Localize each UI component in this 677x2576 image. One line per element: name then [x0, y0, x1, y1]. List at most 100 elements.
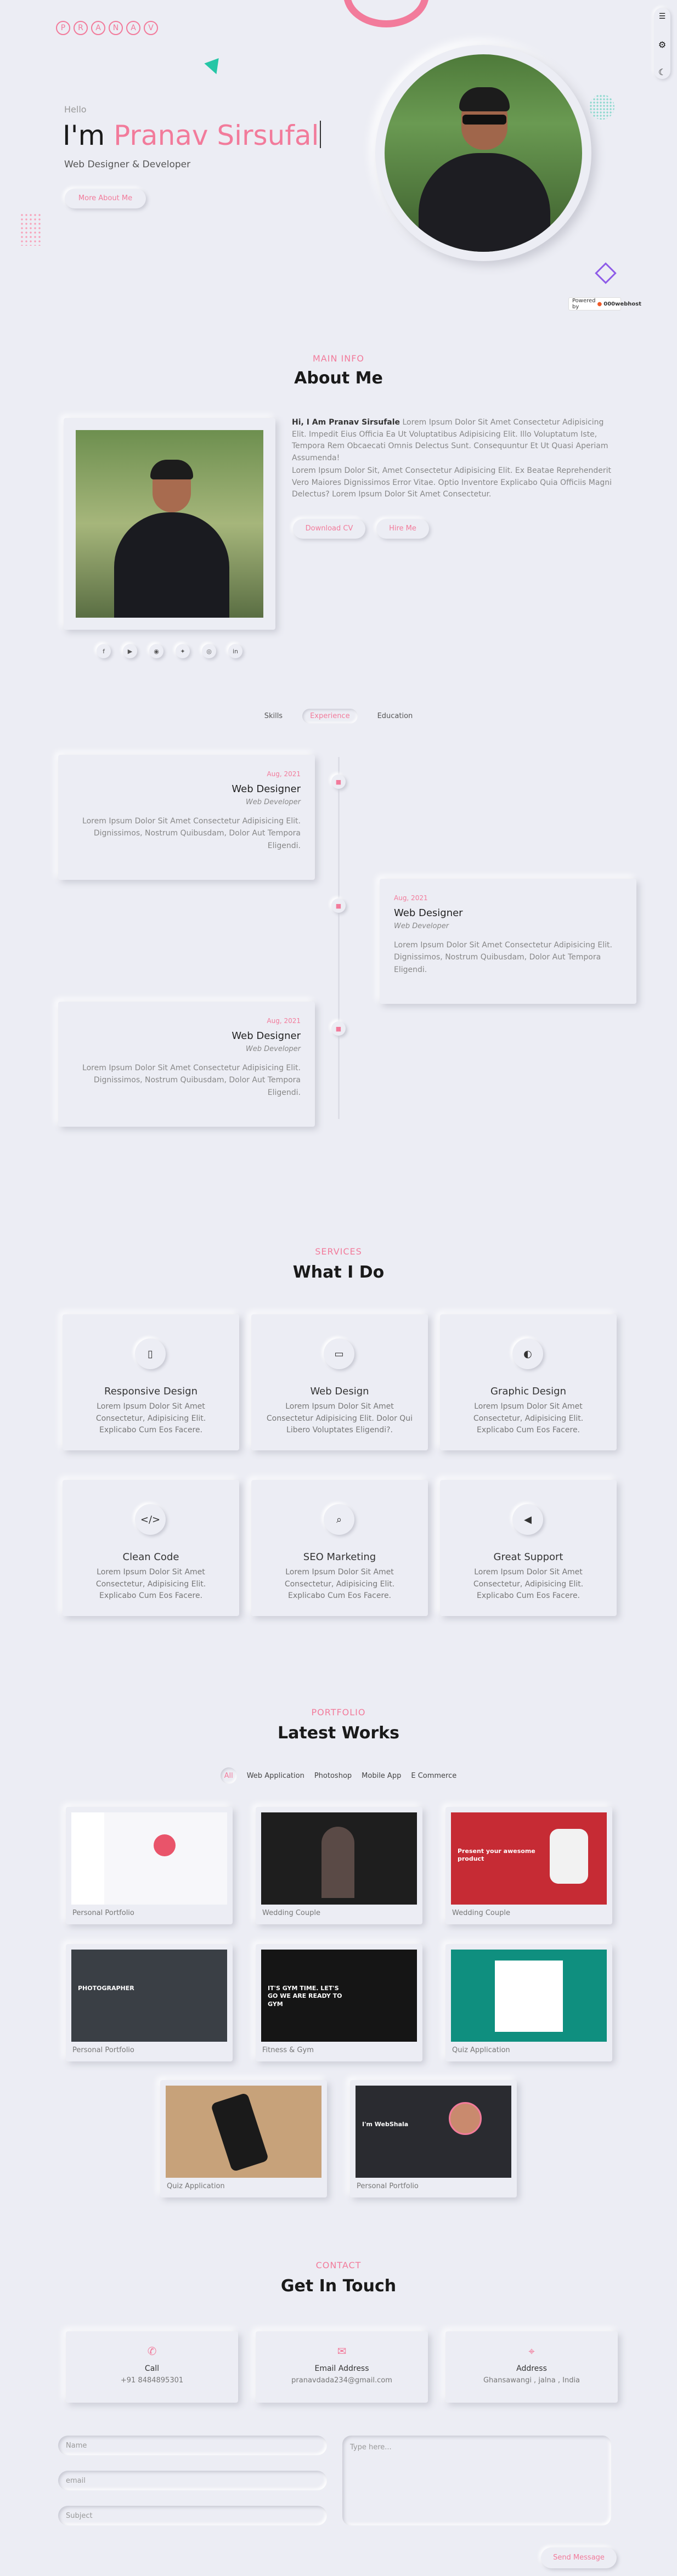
- github-icon[interactable]: ◉: [149, 644, 163, 658]
- message-textarea[interactable]: Type here...: [342, 2436, 611, 2526]
- download-cv-button[interactable]: Download CV: [293, 519, 365, 539]
- portfolio-card[interactable]: Present your awesome product Wedding Coup…: [445, 1807, 612, 1924]
- service-card: ◀ Great Support Lorem Ipsum Dolor Sit Amet…: [440, 1480, 617, 1616]
- badge-prefix: Powered by: [572, 298, 596, 310]
- linkedin-icon[interactable]: in: [228, 644, 242, 658]
- contact-card-value: +91 8484895301: [120, 2376, 184, 2385]
- person-hair: [459, 87, 510, 111]
- briefcase-icon: ■: [331, 899, 346, 913]
- contact-card: ✆ Call +91 8484895301: [66, 2331, 238, 2403]
- portfolio-screenshot: [261, 1812, 417, 1905]
- email-icon: ✉: [337, 2345, 347, 2358]
- portfolio-shot-title: I'm WebShala: [362, 2121, 409, 2128]
- portfolio-card[interactable]: I'm WebShala Personal Portfolio: [350, 2080, 517, 2197]
- timeline-card: Aug, 2021 Web Designer Web Developer Lorem …: [380, 879, 636, 1004]
- email-input[interactable]: email: [58, 2471, 327, 2490]
- service-text: Lorem Ipsum Dolor Sit Amet Consectetur, …: [95, 1568, 206, 1601]
- service-text: Lorem Ipsum Dolor Sit Amet Consectetur A…: [266, 1402, 413, 1435]
- about-title: About Me: [294, 369, 383, 388]
- service-card: </> Clean Code Lorem Ipsum Dolor Sit Amet …: [63, 1480, 239, 1616]
- service-text: Lorem Ipsum Dolor Sit Amet Consectetur, …: [473, 1402, 584, 1435]
- service-title: Clean Code: [122, 1551, 179, 1563]
- hire-me-button[interactable]: Hire Me: [376, 519, 429, 539]
- portfolio-label: Personal Portfolio: [72, 1909, 134, 1917]
- gear-icon[interactable]: ⚙: [657, 39, 667, 50]
- timeline-title: Web Designer: [394, 907, 463, 919]
- portfolio-card[interactable]: Personal Portfolio: [66, 1807, 233, 1924]
- timeline-title: Web Designer: [232, 1030, 301, 1042]
- portfolio-label: Quiz Application: [452, 2046, 510, 2054]
- filter-web-application[interactable]: Web Application: [247, 1772, 304, 1780]
- hero-heading: I'm Pranav Sirsufal: [63, 120, 321, 151]
- sunglasses: [462, 115, 506, 125]
- logo[interactable]: PRANAV: [56, 21, 158, 35]
- timeline-text: Lorem Ipsum Dolor Sit Amet Consectetur A…: [394, 941, 612, 974]
- filter-mobile-app[interactable]: Mobile App: [362, 1772, 401, 1780]
- about-intro: Hi, I Am Pranav Sirsufale Lorem Ipsum Do…: [292, 417, 616, 465]
- portfolio-sub: PORTFOLIO: [311, 1707, 366, 1718]
- service-card: ▭ Web Design Lorem Ipsum Dolor Sit Amet Co…: [251, 1314, 428, 1450]
- portfolio-title: Latest Works: [278, 1724, 399, 1743]
- timeline-text: Lorem Ipsum Dolor Sit Amet Consectetur A…: [82, 1064, 301, 1097]
- mock-quiz-panel: [495, 1961, 563, 2032]
- portfolio-card[interactable]: PHOTOGRAPHER Personal Portfolio: [66, 1944, 233, 2061]
- portfolio-label: Fitness & Gym: [262, 2046, 314, 2054]
- portfolio-label: Personal Portfolio: [72, 2046, 134, 2054]
- briefcase-icon: ■: [331, 775, 346, 789]
- name-input[interactable]: Name: [58, 2436, 327, 2455]
- person-hoodie: [114, 512, 229, 618]
- code-icon: </>: [135, 1504, 166, 1535]
- portfolio-card[interactable]: Quiz Application: [160, 2080, 327, 2197]
- twitter-icon[interactable]: ✦: [176, 644, 190, 658]
- filter-e-commerce[interactable]: E Commerce: [411, 1772, 456, 1780]
- portfolio-label: Quiz Application: [167, 2182, 225, 2190]
- mock-couple: [321, 1827, 354, 1898]
- send-message-button[interactable]: Send Message: [541, 2547, 617, 2568]
- portfolio-shot-title: PHOTOGRAPHER: [78, 1985, 134, 1992]
- tab-skills[interactable]: Skills: [257, 709, 290, 724]
- contact-card-title: Address: [516, 2364, 547, 2373]
- instagram-icon[interactable]: ◎: [202, 644, 216, 658]
- timeline-role: Web Developer: [394, 922, 449, 930]
- portfolio-card[interactable]: IT'S GYM TIME. LET'S GO WE ARE READY TO …: [256, 1944, 422, 2061]
- decor-triangle: [204, 58, 224, 77]
- hosting-badge[interactable]: Powered by ● 000webhost: [568, 297, 641, 310]
- service-title: Responsive Design: [104, 1386, 198, 1397]
- filter-all[interactable]: All: [221, 1767, 237, 1784]
- filter-photoshop[interactable]: Photoshop: [314, 1772, 352, 1780]
- contact-sub: CONTACT: [315, 2260, 362, 2270]
- service-text: Lorem Ipsum Dolor Sit Amet Consectetur, …: [95, 1402, 206, 1435]
- hosting-logo-icon: ●: [597, 301, 602, 307]
- portfolio-screenshot: [71, 1812, 227, 1905]
- timeline-card: Aug, 2021 Web Designer Web Developer Lorem …: [58, 1002, 315, 1127]
- person-hair: [150, 460, 193, 479]
- service-title: Graphic Design: [490, 1386, 566, 1397]
- moon-icon[interactable]: ☾: [657, 67, 667, 77]
- menu-icon[interactable]: ☰: [657, 12, 667, 21]
- hero-photo: [385, 54, 582, 252]
- hero-greeting: Hello: [64, 104, 87, 115]
- location-icon: ⌖: [528, 2345, 535, 2358]
- service-text: Lorem Ipsum Dolor Sit Amet Consectetur, …: [473, 1568, 584, 1601]
- logo-letter: A: [91, 21, 105, 35]
- portfolio-shot-title: Present your awesome product: [458, 1848, 535, 1863]
- timeline-date: Aug, 2021: [394, 894, 428, 902]
- portfolio-card[interactable]: Quiz Application: [445, 1944, 612, 2061]
- tab-experience[interactable]: Experience: [302, 709, 358, 724]
- logo-letter: R: [74, 21, 88, 35]
- portfolio-screenshot: IT'S GYM TIME. LET'S GO WE ARE READY TO …: [261, 1950, 417, 2042]
- portfolio-shot-title: IT'S GYM TIME. LET'S GO WE ARE READY TO …: [268, 1985, 342, 2008]
- palette-icon: ◐: [512, 1338, 543, 1369]
- facebook-icon[interactable]: f: [97, 644, 111, 658]
- more-about-button[interactable]: More About Me: [65, 189, 146, 208]
- portfolio-card[interactable]: Wedding Couple: [256, 1807, 422, 1924]
- tab-education[interactable]: Education: [370, 709, 421, 724]
- logo-letter: V: [144, 21, 158, 35]
- subject-input[interactable]: Subject: [58, 2506, 327, 2526]
- service-card: ▯ Responsive Design Lorem Ipsum Dolor Sit …: [63, 1314, 239, 1450]
- mock-watch: [550, 1829, 588, 1884]
- contact-card: ⌖ Address Ghansawangi , jalna , India: [445, 2331, 618, 2403]
- youtube-icon[interactable]: ▶: [123, 644, 137, 658]
- portfolio-filters: All Web Application Photoshop Mobile App E C…: [0, 1767, 677, 1784]
- contact-card-value: Ghansawangi , jalna , India: [483, 2376, 580, 2385]
